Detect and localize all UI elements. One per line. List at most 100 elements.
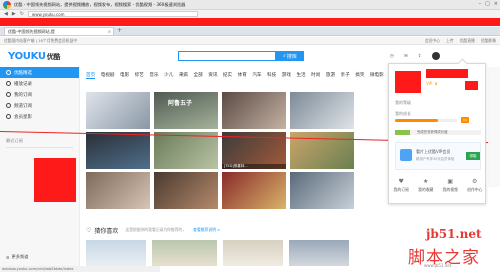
cat-tech[interactable]: 科技 <box>267 72 276 78</box>
video-thumbnail[interactable] <box>290 172 354 209</box>
cat-travel[interactable]: 旅游 <box>326 72 335 78</box>
search-icon: ⌕ <box>283 53 286 59</box>
address-url: www.youku.com <box>31 11 65 17</box>
video-thumbnail[interactable] <box>154 172 218 209</box>
crown-icon: ♛ <box>434 81 438 86</box>
guess-thumb[interactable] <box>152 240 217 266</box>
video-thumbnail[interactable] <box>86 132 150 169</box>
video-thumbnail[interactable] <box>86 172 150 209</box>
close-button[interactable]: × <box>494 1 498 7</box>
sidebar-item-history[interactable]: 播放记录 <box>0 78 79 89</box>
cat-music[interactable]: 音乐 <box>149 72 158 78</box>
sidebar-item-channels[interactable]: 频道订阅 <box>0 100 79 111</box>
cat-fashion[interactable]: 时尚 <box>311 72 320 78</box>
minimize-button[interactable]: – <box>479 1 482 7</box>
cat-game[interactable]: 游戏 <box>282 72 291 78</box>
maximize-button[interactable]: □ <box>485 1 490 7</box>
vip-promo-subtitle: 新用户专享30天会员体验 <box>416 157 455 161</box>
forward-icon[interactable]: ▶ <box>12 11 16 17</box>
video-thumbnail[interactable] <box>222 172 286 209</box>
cat-movie[interactable]: 电影 <box>120 72 129 78</box>
guess-you-like-header: ♡ 猜你喜欢 这是根据你的观看记录为你推荐的， 查看推荐说明 > <box>86 225 386 235</box>
logo-cn-text: 优酷 <box>46 52 61 61</box>
sidebar-item-vip[interactable]: 会员星影 <box>0 111 79 122</box>
tab-youku[interactable]: 优酷-中国领先视频网站,提 × <box>4 27 114 35</box>
menu-label: 我的订阅 <box>393 187 409 192</box>
cat-parent[interactable]: 亲子 <box>341 72 350 78</box>
topbar-link-upload[interactable]: 上传 <box>446 38 454 44</box>
cat-home[interactable]: 首页 <box>86 72 96 79</box>
cat-auto[interactable]: 汽车 <box>252 72 261 78</box>
guess-thumb[interactable] <box>86 240 146 266</box>
heart-icon: ♡ <box>86 226 92 234</box>
featured-icon <box>6 70 11 75</box>
message-icon[interactable]: ✉ <box>404 54 408 59</box>
vip-promo-button[interactable]: 领取 <box>466 152 480 160</box>
cat-sports[interactable]: 体育 <box>238 72 247 78</box>
vip-badges: VIP ♛ <box>426 81 438 86</box>
topbar-left-text[interactable]: 优酷国内站客户端 | 18个月免费会员权益中 <box>4 38 77 44</box>
topbar-link-image[interactable]: 优酷影像 <box>481 38 496 44</box>
upload-icon[interactable]: ⇪ <box>418 54 422 59</box>
heart-icon: ♥ <box>398 178 404 185</box>
sidebar-divider <box>6 147 73 148</box>
cat-docu[interactable]: 纪实 <box>223 72 232 78</box>
cat-variety[interactable]: 综艺 <box>135 72 144 78</box>
guess-thumb[interactable] <box>289 240 349 266</box>
menu-favorites[interactable]: ★ 我的收藏 <box>414 179 439 193</box>
video-thumbnail[interactable] <box>86 92 150 129</box>
search-input[interactable] <box>178 51 276 61</box>
address-bar[interactable]: www.youku.com <box>27 11 198 17</box>
redacted-username <box>426 69 468 78</box>
task-progress-fill <box>395 130 411 135</box>
user-menu-grid: ♥ 我的订阅 ★ 我的收藏 ▣ 我的视频 ⚙ 创作中心 <box>389 179 487 193</box>
thumbnail-caption: [TED]邢喜林... <box>222 164 286 169</box>
growth-label: 我的成长 <box>395 111 411 116</box>
refresh-icon[interactable]: ↻ <box>20 11 24 17</box>
thumbnail-overlay-text: 阿鲁五子 <box>168 100 193 107</box>
video-thumbnail[interactable]: 阿鲁五子 <box>154 92 218 129</box>
topbar-link-live[interactable]: 优酷直播 <box>460 38 475 44</box>
menu-label: 我的视频 <box>442 187 458 192</box>
sidebar-item-label: 我的订阅 <box>14 92 32 98</box>
cat-funny[interactable]: 搞笑 <box>355 72 364 78</box>
guess-title: 猜你喜欢 <box>94 227 119 235</box>
new-tab-button[interactable]: + <box>117 27 122 35</box>
more-channels-link[interactable]: ≡ 更多频道 <box>6 254 28 260</box>
topbar-link-vip[interactable]: 会员中心 <box>425 38 440 44</box>
left-sidebar: 优酷精选 播放记录 我的订阅 频道订阅 会员星影 最近订阅 ≡ 更多频道 <box>0 67 80 272</box>
watermark-domain: jb51.net <box>426 227 482 241</box>
star-icon: ★ <box>423 178 429 185</box>
menu-subscriptions[interactable]: ♥ 我的订阅 <box>389 179 414 193</box>
cat-laifeng[interactable]: 来疯 <box>179 72 188 78</box>
cat-all[interactable]: 全部 <box>194 72 203 78</box>
subscribe-icon <box>6 92 11 97</box>
guess-thumb[interactable] <box>223 240 283 266</box>
menu-label: 我的收藏 <box>418 187 434 192</box>
cat-kids[interactable]: 少儿 <box>164 72 173 78</box>
history-icon[interactable]: ◷ <box>390 54 394 59</box>
menu-my-videos[interactable]: ▣ 我的视频 <box>438 179 463 193</box>
avatar[interactable] <box>431 52 440 60</box>
task-progress-text: 完成任务获得成长值 <box>417 130 448 134</box>
sidebar-item-subscriptions[interactable]: 我的订阅 <box>0 89 79 100</box>
right-rail <box>488 67 500 187</box>
video-thumbnail[interactable] <box>290 92 354 129</box>
sidebar-item-label: 优酷精选 <box>14 70 32 76</box>
watermark-url: www.jb51.net <box>424 263 452 268</box>
channel-icon <box>6 103 11 108</box>
cat-tv[interactable]: 电视剧 <box>101 72 115 78</box>
video-thumbnail[interactable] <box>222 92 286 129</box>
sidebar-item-featured[interactable]: 优酷精选 <box>0 67 79 78</box>
video-thumbnail[interactable] <box>154 132 218 169</box>
cat-microfilm[interactable]: 微电影 <box>370 72 384 78</box>
menu-creator[interactable]: ⚙ 创作中心 <box>463 179 488 193</box>
cat-life[interactable]: 生活 <box>296 72 305 78</box>
youku-logo[interactable]: YOUKU优酷 <box>8 51 60 62</box>
search-button[interactable]: ⌕ 搜库 <box>276 51 304 61</box>
guess-explain-link[interactable]: 查看推荐说明 > <box>193 227 220 233</box>
cat-news[interactable]: 资讯 <box>208 72 217 78</box>
redacted-tag <box>465 81 478 90</box>
back-icon[interactable]: ◀ <box>4 11 8 17</box>
tab-close-icon[interactable]: × <box>108 29 111 34</box>
